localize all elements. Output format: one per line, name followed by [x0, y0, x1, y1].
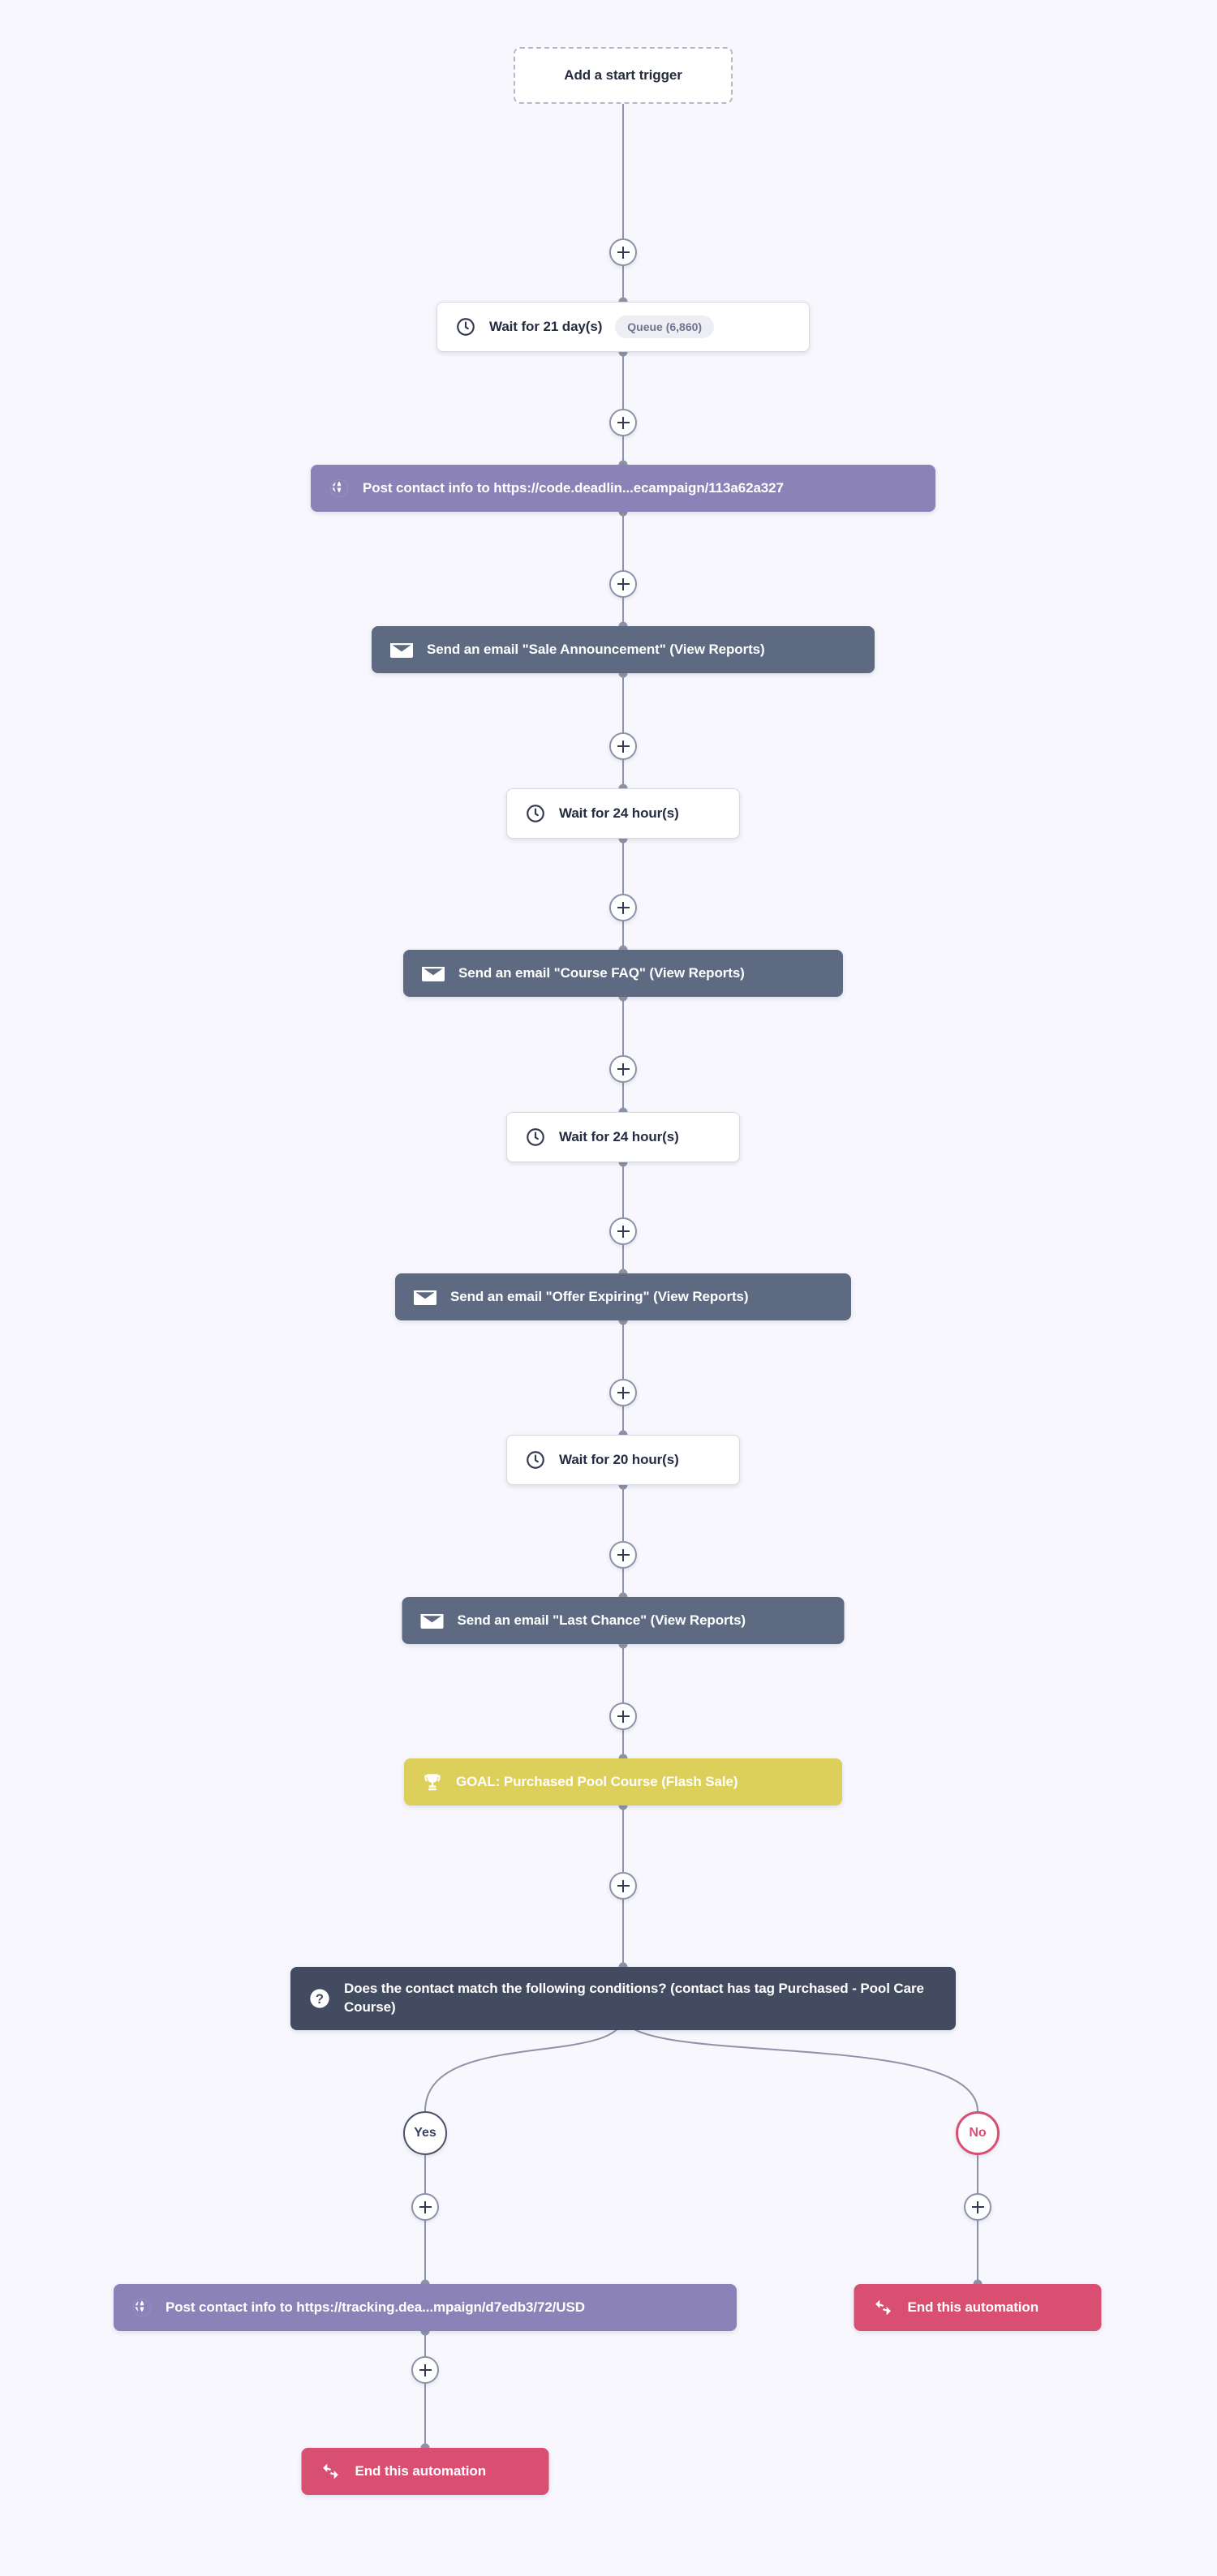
node-label: Wait for 20 hour(s) — [559, 1451, 679, 1467]
automation-canvas[interactable]: Add a start trigger Wait for 21 day(s) Que… — [0, 0, 1217, 2576]
node-wait-20-hours[interactable]: Wait for 20 hour(s) — [506, 1435, 740, 1485]
node-wait-21-days[interactable]: Wait for 21 day(s) Queue (6,860) — [436, 302, 810, 352]
node-label: Does the contact match the following con… — [344, 1981, 924, 2015]
add-step-button[interactable] — [609, 1702, 637, 1730]
node-webhook-top[interactable]: Post contact info to https://code.deadli… — [311, 465, 935, 512]
connector-line — [424, 2331, 426, 2448]
branch-yes-circle[interactable]: Yes — [403, 2111, 447, 2155]
trophy-icon — [422, 1771, 443, 1792]
envelope-icon — [420, 1612, 445, 1629]
add-step-button[interactable] — [609, 1872, 637, 1900]
node-label: Send an email "Sale Announcement" (View … — [427, 641, 765, 657]
node-label: End this automation — [355, 2462, 487, 2479]
add-step-button[interactable] — [609, 409, 637, 436]
node-wait-24-hours-2[interactable]: Wait for 24 hour(s) — [506, 1112, 740, 1162]
node-label: Send an email "Last Chance" (View Report… — [457, 1612, 746, 1628]
node-start[interactable]: Add a start trigger — [514, 47, 733, 104]
node-label: GOAL: Purchased Pool Course (Flash Sale) — [456, 1773, 738, 1789]
node-goal-purchased-pool-course[interactable]: GOAL: Purchased Pool Course (Flash Sale) — [404, 1758, 842, 1805]
add-step-button[interactable] — [411, 2356, 439, 2384]
node-email-last-chance[interactable]: Send an email "Last Chance" (View Report… — [402, 1597, 845, 1644]
add-step-button[interactable] — [609, 1379, 637, 1406]
add-step-button[interactable] — [609, 1055, 637, 1083]
node-email-offer-expiring[interactable]: Send an email "Offer Expiring" (View Rep… — [395, 1273, 851, 1320]
end-automation-icon — [872, 2299, 895, 2316]
globe-icon — [131, 2297, 153, 2318]
node-webhook-bottom[interactable]: Post contact info to https://tracking.de… — [114, 2284, 737, 2331]
add-step-button[interactable] — [609, 238, 637, 266]
add-step-button[interactable] — [609, 570, 637, 598]
node-label: Send an email "Course FAQ" (View Reports… — [458, 964, 745, 981]
node-label: Post contact info to https://tracking.de… — [166, 2299, 585, 2315]
clock-icon — [455, 316, 476, 337]
clock-icon — [525, 803, 546, 824]
add-step-button[interactable] — [609, 894, 637, 921]
envelope-icon — [421, 964, 445, 982]
node-wait-24-hours-1[interactable]: Wait for 24 hour(s) — [506, 788, 740, 839]
node-label: Wait for 21 day(s) — [489, 318, 603, 334]
node-label: Wait for 24 hour(s) — [559, 1128, 679, 1144]
envelope-icon — [389, 641, 414, 659]
branch-label: Yes — [414, 2126, 436, 2140]
question-icon: ? — [308, 1987, 331, 2010]
envelope-icon — [413, 1288, 437, 1306]
add-step-button[interactable] — [609, 1217, 637, 1245]
node-end-automation-no[interactable]: End this automation — [854, 2284, 1102, 2331]
node-label: Add a start trigger — [564, 67, 682, 83]
node-label: Post contact info to https://code.deadli… — [363, 479, 784, 496]
node-end-automation-yes[interactable]: End this automation — [301, 2448, 549, 2495]
svg-text:?: ? — [316, 1992, 324, 2007]
node-label: Wait for 24 hour(s) — [559, 805, 679, 821]
clock-icon — [525, 1127, 546, 1148]
add-step-button[interactable] — [411, 2193, 439, 2221]
node-email-sale-announcement[interactable]: Send an email "Sale Announcement" (View … — [372, 626, 875, 673]
add-step-button[interactable] — [609, 732, 637, 760]
clock-icon — [525, 1449, 546, 1470]
node-email-course-faq[interactable]: Send an email "Course FAQ" (View Reports… — [403, 950, 843, 997]
globe-icon — [329, 478, 350, 499]
branch-label: No — [969, 2126, 987, 2140]
node-condition-contact-match[interactable]: ? Does the contact match the following co… — [290, 1967, 956, 2030]
add-step-button[interactable] — [609, 1541, 637, 1569]
node-label: End this automation — [907, 2299, 1039, 2315]
end-automation-icon — [320, 2462, 342, 2480]
queue-badge: Queue (6,860) — [615, 316, 715, 338]
add-step-button[interactable] — [964, 2193, 991, 2221]
node-label: Send an email "Offer Expiring" (View Rep… — [450, 1288, 749, 1304]
branch-no-circle[interactable]: No — [956, 2111, 1000, 2155]
